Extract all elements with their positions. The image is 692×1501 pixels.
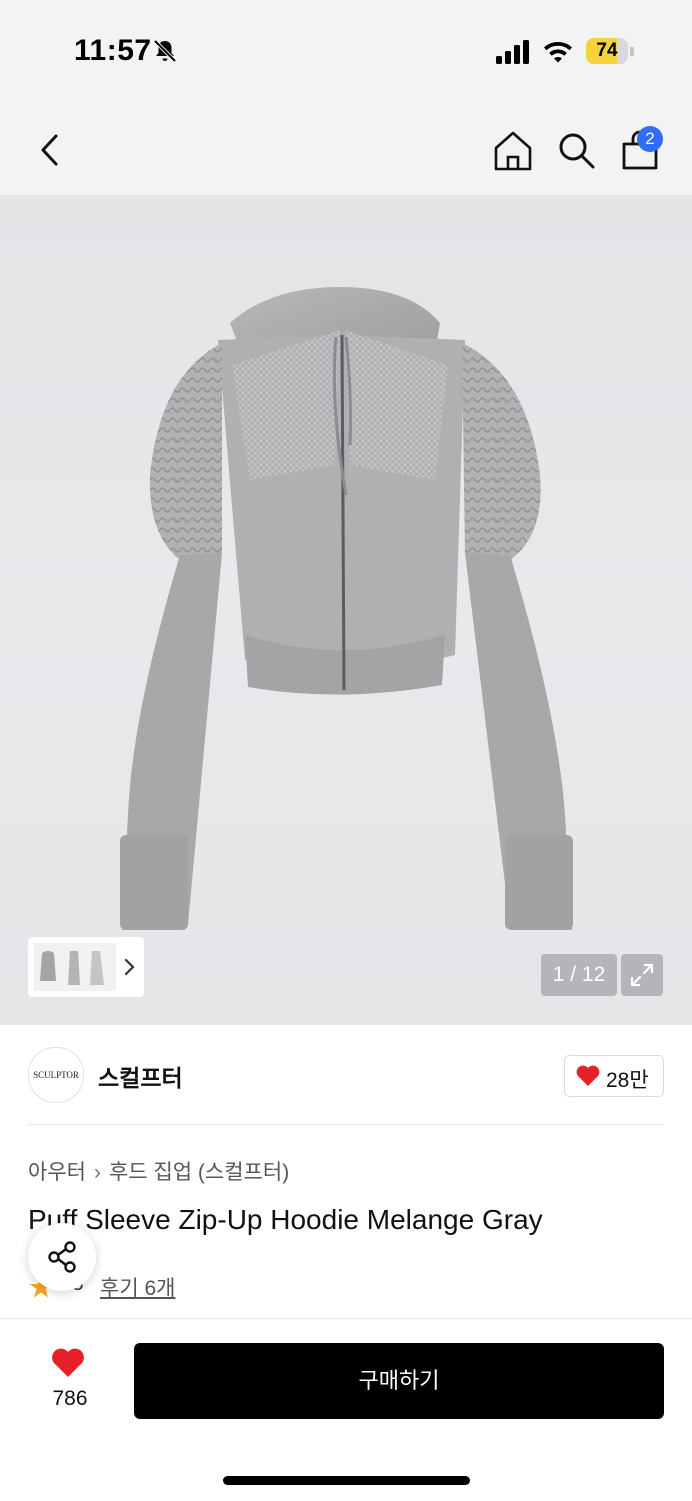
reviews-link[interactable]: 후기 6개 [100,1272,175,1302]
heart-icon [576,1065,600,1086]
signal-icon [496,40,529,64]
wifi-icon [544,42,572,63]
product-photo-hoodie [120,287,573,930]
bottom-action-bar: 786 구매하기 [0,1318,692,1501]
battery-level: 74 [596,40,618,61]
bell-slash-icon [153,39,177,63]
top-nav [0,100,692,195]
status-time: 11:57 [74,34,152,67]
heart-icon [52,1348,84,1377]
breadcrumb-item-category[interactable]: 후드 집업 (스컬프터) [109,1161,289,1184]
chevron-right-icon: › [93,1161,101,1184]
cart-count-badge: 2 [637,126,663,152]
brand-logo[interactable]: SCULPTOR [28,1047,84,1103]
share-button[interactable] [28,1223,96,1291]
home-icon[interactable] [492,130,534,172]
search-icon[interactable] [556,130,596,170]
battery-icon: 74 [586,38,634,64]
thumbnail-strip[interactable] [28,937,144,997]
brand-like-count: 28만 [606,1069,649,1092]
home-indicator [223,1476,470,1485]
wishlist-button[interactable]: 786 [30,1343,110,1417]
product-title: Puff Sleeve Zip-Up Hoodie Melange Gray [28,1204,543,1235]
brand-name[interactable]: 스컬프터 [98,1059,183,1093]
chevron-right-icon [124,958,135,976]
brand-row: SCULPTOR 스컬프터 28만 [0,1025,692,1125]
buy-button[interactable]: 구매하기 [134,1343,664,1419]
expand-icon[interactable] [621,954,663,996]
divider [28,1124,664,1125]
brand-like-button[interactable]: 28만 [564,1055,664,1097]
status-bar: 11:57 74 [0,0,692,100]
wishlist-count: 786 [52,1387,88,1410]
back-button[interactable] [30,130,70,170]
share-icon [48,1241,76,1273]
image-counter: 1 / 12 [541,954,617,996]
product-image-gallery[interactable]: 1 / 12 [0,195,692,1025]
breadcrumb-item-outer[interactable]: 아우터 [28,1161,86,1184]
thumbnail-images [34,943,116,991]
breadcrumb: 아우터 › 후드 집업 (스컬프터) [28,1156,289,1186]
